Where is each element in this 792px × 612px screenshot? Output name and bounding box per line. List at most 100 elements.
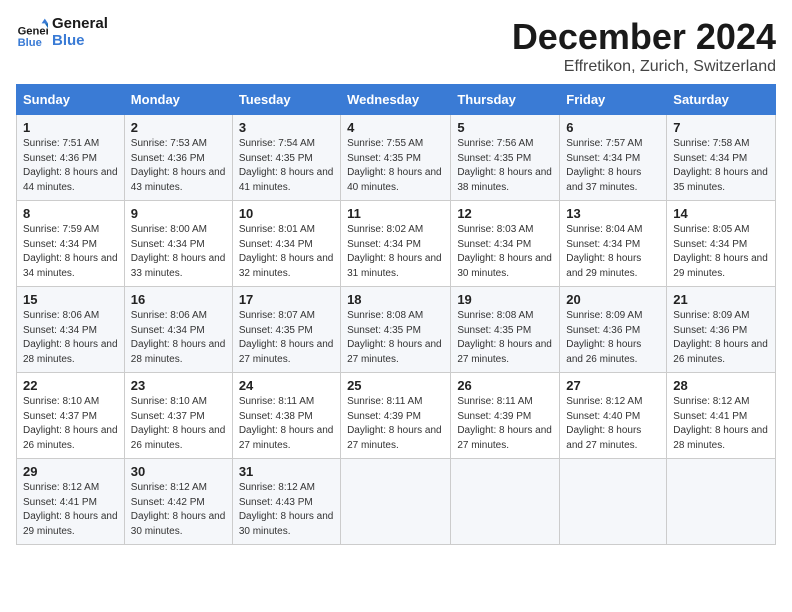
calendar-cell: 17 Sunrise: 8:07 AMSunset: 4:35 PMDayligh…	[232, 287, 340, 373]
calendar-cell: 10 Sunrise: 8:01 AMSunset: 4:34 PMDayligh…	[232, 201, 340, 287]
day-info: Sunrise: 8:00 AMSunset: 4:34 PMDaylight:…	[131, 223, 226, 281]
week-row-2: 8Sunrise: 7:59 AMSunset: 4:34 PMDaylight…	[17, 201, 776, 287]
day-number: 25	[347, 378, 444, 393]
day-number: 9	[131, 206, 226, 221]
calendar-cell: 4 Sunrise: 7:55 AMSunset: 4:35 PMDaylight…	[341, 115, 451, 201]
day-header-saturday: Saturday	[667, 85, 776, 115]
day-number: 16	[131, 292, 226, 307]
day-info: Sunrise: 7:55 AMSunset: 4:35 PMDaylight:…	[347, 137, 444, 195]
day-number: 20	[566, 292, 660, 307]
svg-text:Blue: Blue	[18, 36, 42, 48]
day-number: 22	[23, 378, 118, 393]
day-number: 24	[239, 378, 334, 393]
day-info: Sunrise: 8:07 AMSunset: 4:35 PMDaylight:…	[239, 309, 334, 367]
day-number: 6	[566, 120, 660, 135]
calendar-cell: 9 Sunrise: 8:00 AMSunset: 4:34 PMDaylight…	[124, 201, 232, 287]
day-header-sunday: Sunday	[17, 85, 125, 115]
calendar-cell: 27Sunrise: 8:12 AMSunset: 4:40 PMDayligh…	[560, 373, 667, 459]
day-info: Sunrise: 8:06 AMSunset: 4:34 PMDaylight:…	[131, 309, 226, 367]
calendar-cell: 6 Sunrise: 7:57 AMSunset: 4:34 PMDaylight…	[560, 115, 667, 201]
calendar-cell	[341, 459, 451, 545]
calendar-cell: 21 Sunrise: 8:09 AMSunset: 4:36 PMDayligh…	[667, 287, 776, 373]
day-number: 15	[23, 292, 118, 307]
day-info: Sunrise: 8:10 AMSunset: 4:37 PMDaylight:…	[131, 395, 226, 453]
day-info: Sunrise: 8:08 AMSunset: 4:35 PMDaylight:…	[347, 309, 444, 367]
day-info: Sunrise: 8:04 AMSunset: 4:34 PMDaylight:…	[566, 223, 660, 281]
day-info: Sunrise: 8:06 AMSunset: 4:34 PMDaylight:…	[23, 309, 118, 367]
day-number: 5	[457, 120, 553, 135]
day-info: Sunrise: 8:01 AMSunset: 4:34 PMDaylight:…	[239, 223, 334, 281]
day-header-wednesday: Wednesday	[341, 85, 451, 115]
month-title: December 2024	[512, 16, 776, 58]
day-number: 30	[131, 464, 226, 479]
calendar-cell: 7Sunrise: 7:58 AMSunset: 4:34 PMDaylight…	[667, 115, 776, 201]
day-number: 27	[566, 378, 660, 393]
calendar-cell: 12 Sunrise: 8:03 AMSunset: 4:34 PMDayligh…	[451, 201, 560, 287]
day-number: 13	[566, 206, 660, 221]
day-info: Sunrise: 8:12 AMSunset: 4:41 PMDaylight:…	[23, 481, 118, 539]
calendar-cell: 30Sunrise: 8:12 AMSunset: 4:42 PMDayligh…	[124, 459, 232, 545]
header: General Blue General Blue December 2024 …	[16, 16, 776, 76]
day-info: Sunrise: 7:54 AMSunset: 4:35 PMDaylight:…	[239, 137, 334, 195]
day-header-friday: Friday	[560, 85, 667, 115]
calendar-body: 1 Sunrise: 7:51 AMSunset: 4:36 PMDaylight…	[17, 115, 776, 545]
day-info: Sunrise: 8:12 AMSunset: 4:41 PMDaylight:…	[673, 395, 769, 453]
day-number: 3	[239, 120, 334, 135]
day-info: Sunrise: 8:11 AMSunset: 4:39 PMDaylight:…	[457, 395, 553, 453]
day-info: Sunrise: 8:10 AMSunset: 4:37 PMDaylight:…	[23, 395, 118, 453]
calendar-cell: 5 Sunrise: 7:56 AMSunset: 4:35 PMDaylight…	[451, 115, 560, 201]
day-number: 10	[239, 206, 334, 221]
calendar-cell: 14 Sunrise: 8:05 AMSunset: 4:34 PMDayligh…	[667, 201, 776, 287]
day-info: Sunrise: 8:09 AMSunset: 4:36 PMDaylight:…	[566, 309, 660, 367]
calendar-cell: 8Sunrise: 7:59 AMSunset: 4:34 PMDaylight…	[17, 201, 125, 287]
day-number: 21	[673, 292, 769, 307]
day-info: Sunrise: 8:03 AMSunset: 4:34 PMDaylight:…	[457, 223, 553, 281]
logo-general: General	[52, 16, 108, 33]
logo-icon: General Blue	[16, 17, 48, 49]
day-header-thursday: Thursday	[451, 85, 560, 115]
day-number: 12	[457, 206, 553, 221]
day-header-tuesday: Tuesday	[232, 85, 340, 115]
week-row-3: 15 Sunrise: 8:06 AMSunset: 4:34 PMDayligh…	[17, 287, 776, 373]
calendar-cell: 19 Sunrise: 8:08 AMSunset: 4:35 PMDayligh…	[451, 287, 560, 373]
day-number: 11	[347, 206, 444, 221]
day-info: Sunrise: 7:59 AMSunset: 4:34 PMDaylight:…	[23, 223, 118, 281]
day-number: 29	[23, 464, 118, 479]
week-row-5: 29 Sunrise: 8:12 AMSunset: 4:41 PMDayligh…	[17, 459, 776, 545]
svg-text:General: General	[18, 25, 48, 37]
day-info: Sunrise: 8:05 AMSunset: 4:34 PMDaylight:…	[673, 223, 769, 281]
day-number: 14	[673, 206, 769, 221]
calendar-cell: 28 Sunrise: 8:12 AMSunset: 4:41 PMDayligh…	[667, 373, 776, 459]
day-number: 1	[23, 120, 118, 135]
calendar-cell: 11Sunrise: 8:02 AMSunset: 4:34 PMDayligh…	[341, 201, 451, 287]
day-info: Sunrise: 7:51 AMSunset: 4:36 PMDaylight:…	[23, 137, 118, 195]
day-info: Sunrise: 7:58 AMSunset: 4:34 PMDaylight:…	[673, 137, 769, 195]
calendar-cell	[667, 459, 776, 545]
calendar-cell: 16 Sunrise: 8:06 AMSunset: 4:34 PMDayligh…	[124, 287, 232, 373]
day-info: Sunrise: 8:08 AMSunset: 4:35 PMDaylight:…	[457, 309, 553, 367]
day-info: Sunrise: 7:56 AMSunset: 4:35 PMDaylight:…	[457, 137, 553, 195]
day-number: 26	[457, 378, 553, 393]
location-title: Effretikon, Zurich, Switzerland	[512, 58, 776, 76]
calendar-cell	[451, 459, 560, 545]
day-info: Sunrise: 7:57 AMSunset: 4:34 PMDaylight:…	[566, 137, 660, 195]
day-number: 17	[239, 292, 334, 307]
calendar-cell: 31 Sunrise: 8:12 AMSunset: 4:43 PMDayligh…	[232, 459, 340, 545]
calendar-cell: 15 Sunrise: 8:06 AMSunset: 4:34 PMDayligh…	[17, 287, 125, 373]
calendar-cell: 29 Sunrise: 8:12 AMSunset: 4:41 PMDayligh…	[17, 459, 125, 545]
calendar-header-row: SundayMondayTuesdayWednesdayThursdayFrid…	[17, 85, 776, 115]
calendar-table: SundayMondayTuesdayWednesdayThursdayFrid…	[16, 84, 776, 545]
day-info: Sunrise: 8:09 AMSunset: 4:36 PMDaylight:…	[673, 309, 769, 367]
day-info: Sunrise: 8:12 AMSunset: 4:43 PMDaylight:…	[239, 481, 334, 539]
day-number: 19	[457, 292, 553, 307]
day-number: 4	[347, 120, 444, 135]
day-number: 31	[239, 464, 334, 479]
logo-blue: Blue	[52, 33, 108, 50]
title-area: December 2024 Effretikon, Zurich, Switze…	[512, 16, 776, 76]
day-number: 28	[673, 378, 769, 393]
day-number: 23	[131, 378, 226, 393]
day-info: Sunrise: 8:11 AMSunset: 4:39 PMDaylight:…	[347, 395, 444, 453]
day-header-monday: Monday	[124, 85, 232, 115]
day-info: Sunrise: 7:53 AMSunset: 4:36 PMDaylight:…	[131, 137, 226, 195]
calendar-cell: 1 Sunrise: 7:51 AMSunset: 4:36 PMDaylight…	[17, 115, 125, 201]
